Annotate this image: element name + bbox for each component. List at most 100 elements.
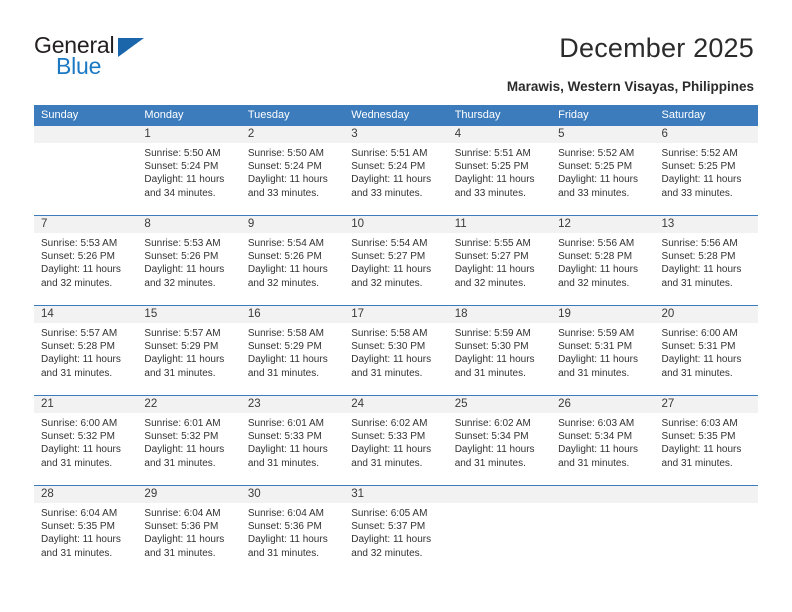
day-number: 7 <box>41 218 48 230</box>
day-details: Sunrise: 5:52 AM Sunset: 5:25 PM Dayligh… <box>551 143 654 200</box>
daylight-line-1: Daylight: 11 hours <box>351 264 432 276</box>
sunrise-line: Sunrise: 6:03 AM <box>661 418 738 429</box>
day-details: Sunrise: 5:56 AM Sunset: 5:28 PM Dayligh… <box>655 233 758 290</box>
calendar-day-cell[interactable]: 12 Sunrise: 5:56 AM Sunset: 5:28 PM Dayl… <box>551 216 655 305</box>
day-number-band <box>447 486 552 503</box>
day-details: Sunrise: 5:55 AM Sunset: 5:27 PM Dayligh… <box>448 233 551 290</box>
calendar-day-cell[interactable]: 3 Sunrise: 5:51 AM Sunset: 5:24 PM Dayli… <box>344 126 448 215</box>
daylight-line-2: and 32 minutes. <box>351 547 423 559</box>
calendar-day-cell[interactable]: 17 Sunrise: 5:58 AM Sunset: 5:30 PM Dayl… <box>344 306 448 395</box>
day-number: 2 <box>247 128 255 140</box>
day-number-band: 13 <box>654 216 758 233</box>
calendar-day-cell[interactable]: 11 Sunrise: 5:55 AM Sunset: 5:27 PM Dayl… <box>447 216 552 305</box>
day-number-band: 25 <box>447 396 552 413</box>
day-number-band: 5 <box>551 126 655 143</box>
daylight-line-2: and 31 minutes. <box>351 457 423 469</box>
calendar-day-cell[interactable]: 20 Sunrise: 6:00 AM Sunset: 5:31 PM Dayl… <box>654 306 758 395</box>
daylight-line-2: and 33 minutes. <box>247 187 320 199</box>
day-number: 4 <box>454 128 462 140</box>
day-number-band: 28 <box>34 486 138 503</box>
daylight-line-1: Daylight: 11 hours <box>351 174 432 186</box>
daylight-line-1: Daylight: 11 hours <box>454 354 535 366</box>
day-details: Sunrise: 5:56 AM Sunset: 5:28 PM Dayligh… <box>551 233 654 290</box>
daylight-line-1: Daylight: 11 hours <box>661 264 742 276</box>
calendar-day-cell[interactable]: 15 Sunrise: 5:57 AM Sunset: 5:29 PM Dayl… <box>137 306 241 395</box>
calendar-day-cell <box>551 486 655 575</box>
calendar-day-cell[interactable]: 6 Sunrise: 5:52 AM Sunset: 5:25 PM Dayli… <box>654 126 758 215</box>
day-details: Sunrise: 5:58 AM Sunset: 5:29 PM Dayligh… <box>241 323 344 380</box>
sunrise-line: Sunrise: 6:02 AM <box>351 418 428 429</box>
day-number-band: 7 <box>34 216 138 233</box>
daylight-line-2: and 32 minutes. <box>41 277 113 289</box>
daylight-line-2: and 33 minutes. <box>351 187 423 199</box>
calendar-day-cell[interactable]: 25 Sunrise: 6:02 AM Sunset: 5:34 PM Dayl… <box>447 396 552 485</box>
calendar-day-cell[interactable]: 13 Sunrise: 5:56 AM Sunset: 5:28 PM Dayl… <box>654 216 758 305</box>
day-number-band: 12 <box>551 216 655 233</box>
calendar-day-cell[interactable]: 28 Sunrise: 6:04 AM Sunset: 5:35 PM Dayl… <box>34 486 138 575</box>
calendar-day-cell[interactable]: 7 Sunrise: 5:53 AM Sunset: 5:26 PM Dayli… <box>34 216 138 305</box>
daylight-line-2: and 31 minutes. <box>558 367 630 379</box>
calendar-day-cell[interactable]: 22 Sunrise: 6:01 AM Sunset: 5:32 PM Dayl… <box>137 396 241 485</box>
calendar-day-cell[interactable]: 31 Sunrise: 6:05 AM Sunset: 5:37 PM Dayl… <box>344 486 448 575</box>
calendar-day-cell[interactable]: 18 Sunrise: 5:59 AM Sunset: 5:30 PM Dayl… <box>447 306 552 395</box>
sunset-line: Sunset: 5:25 PM <box>558 161 633 173</box>
day-details: Sunrise: 5:51 AM Sunset: 5:25 PM Dayligh… <box>448 143 551 200</box>
daylight-line-1: Daylight: 11 hours <box>144 264 225 276</box>
daylight-line-2: and 31 minutes. <box>144 457 216 469</box>
sunrise-line: Sunrise: 6:01 AM <box>247 418 324 429</box>
day-number-band: 20 <box>654 306 758 323</box>
calendar-day-cell[interactable]: 30 Sunrise: 6:04 AM Sunset: 5:36 PM Dayl… <box>240 486 345 575</box>
calendar-day-cell[interactable]: 9 Sunrise: 5:54 AM Sunset: 5:26 PM Dayli… <box>240 216 345 305</box>
calendar-day-cell[interactable]: 23 Sunrise: 6:01 AM Sunset: 5:33 PM Dayl… <box>240 396 345 485</box>
calendar-day-cell[interactable]: 8 Sunrise: 5:53 AM Sunset: 5:26 PM Dayli… <box>137 216 241 305</box>
daylight-line-1: Daylight: 11 hours <box>558 264 638 276</box>
sunrise-line: Sunrise: 6:00 AM <box>661 328 738 339</box>
day-number-band: 3 <box>344 126 448 143</box>
daylight-line-1: Daylight: 11 hours <box>144 354 225 366</box>
day-details: Sunrise: 5:50 AM Sunset: 5:24 PM Dayligh… <box>241 143 344 200</box>
calendar-day-cell[interactable]: 24 Sunrise: 6:02 AM Sunset: 5:33 PM Dayl… <box>344 396 448 485</box>
daylight-line-2: and 32 minutes. <box>454 277 526 289</box>
day-number: 24 <box>351 398 365 410</box>
sunset-line: Sunset: 5:30 PM <box>454 341 529 353</box>
day-number-band: 16 <box>240 306 345 323</box>
day-number: 15 <box>144 308 158 320</box>
day-number-band: 19 <box>551 306 655 323</box>
calendar-day-cell[interactable]: 5 Sunrise: 5:52 AM Sunset: 5:25 PM Dayli… <box>551 126 655 215</box>
day-number: 21 <box>41 398 54 410</box>
sunrise-line: Sunrise: 6:04 AM <box>144 508 221 519</box>
calendar-day-cell[interactable]: 2 Sunrise: 5:50 AM Sunset: 5:24 PM Dayli… <box>240 126 345 215</box>
daylight-line-2: and 32 minutes. <box>247 277 320 289</box>
weekday-header-thursday: Thursday <box>454 109 501 121</box>
calendar-day-cell[interactable]: 29 Sunrise: 6:04 AM Sunset: 5:36 PM Dayl… <box>137 486 241 575</box>
calendar-day-cell[interactable]: 26 Sunrise: 6:03 AM Sunset: 5:34 PM Dayl… <box>551 396 655 485</box>
daylight-line-2: and 31 minutes. <box>558 457 630 469</box>
calendar-day-cell[interactable]: 1 Sunrise: 5:50 AM Sunset: 5:24 PM Dayli… <box>137 126 241 215</box>
sunset-line: Sunset: 5:25 PM <box>454 161 529 173</box>
day-details: Sunrise: 6:01 AM Sunset: 5:33 PM Dayligh… <box>241 413 344 470</box>
calendar-day-cell[interactable]: 16 Sunrise: 5:58 AM Sunset: 5:29 PM Dayl… <box>240 306 345 395</box>
sunrise-line: Sunrise: 5:58 AM <box>351 328 428 339</box>
day-number: 23 <box>247 398 261 410</box>
day-details: Sunrise: 6:04 AM Sunset: 5:36 PM Dayligh… <box>137 503 240 560</box>
daylight-line-2: and 31 minutes. <box>247 367 320 379</box>
calendar-day-cell[interactable]: 4 Sunrise: 5:51 AM Sunset: 5:25 PM Dayli… <box>447 126 552 215</box>
daylight-line-2: and 31 minutes. <box>41 367 113 379</box>
day-number: 27 <box>661 398 675 410</box>
calendar-day-cell[interactable]: 19 Sunrise: 5:59 AM Sunset: 5:31 PM Dayl… <box>551 306 655 395</box>
sunset-line: Sunset: 5:31 PM <box>558 341 633 353</box>
calendar-day-cell[interactable]: 14 Sunrise: 5:57 AM Sunset: 5:28 PM Dayl… <box>34 306 138 395</box>
calendar-day-cell[interactable]: 21 Sunrise: 6:00 AM Sunset: 5:32 PM Dayl… <box>34 396 138 485</box>
daylight-line-2: and 32 minutes. <box>558 277 630 289</box>
sunset-line: Sunset: 5:27 PM <box>454 251 529 263</box>
day-number-band: 6 <box>654 126 758 143</box>
calendar-day-cell[interactable]: 27 Sunrise: 6:03 AM Sunset: 5:35 PM Dayl… <box>654 396 758 485</box>
weekday-header-sunday: Sunday <box>41 109 79 121</box>
day-number-band: 17 <box>344 306 448 323</box>
general-blue-logo[interactable]: General Blue <box>34 32 234 82</box>
day-details: Sunrise: 6:05 AM Sunset: 5:37 PM Dayligh… <box>344 503 447 560</box>
daylight-line-1: Daylight: 11 hours <box>558 444 638 456</box>
calendar-day-cell[interactable]: 10 Sunrise: 5:54 AM Sunset: 5:27 PM Dayl… <box>344 216 448 305</box>
day-number: 30 <box>247 488 261 500</box>
sunrise-line: Sunrise: 5:52 AM <box>661 148 738 159</box>
